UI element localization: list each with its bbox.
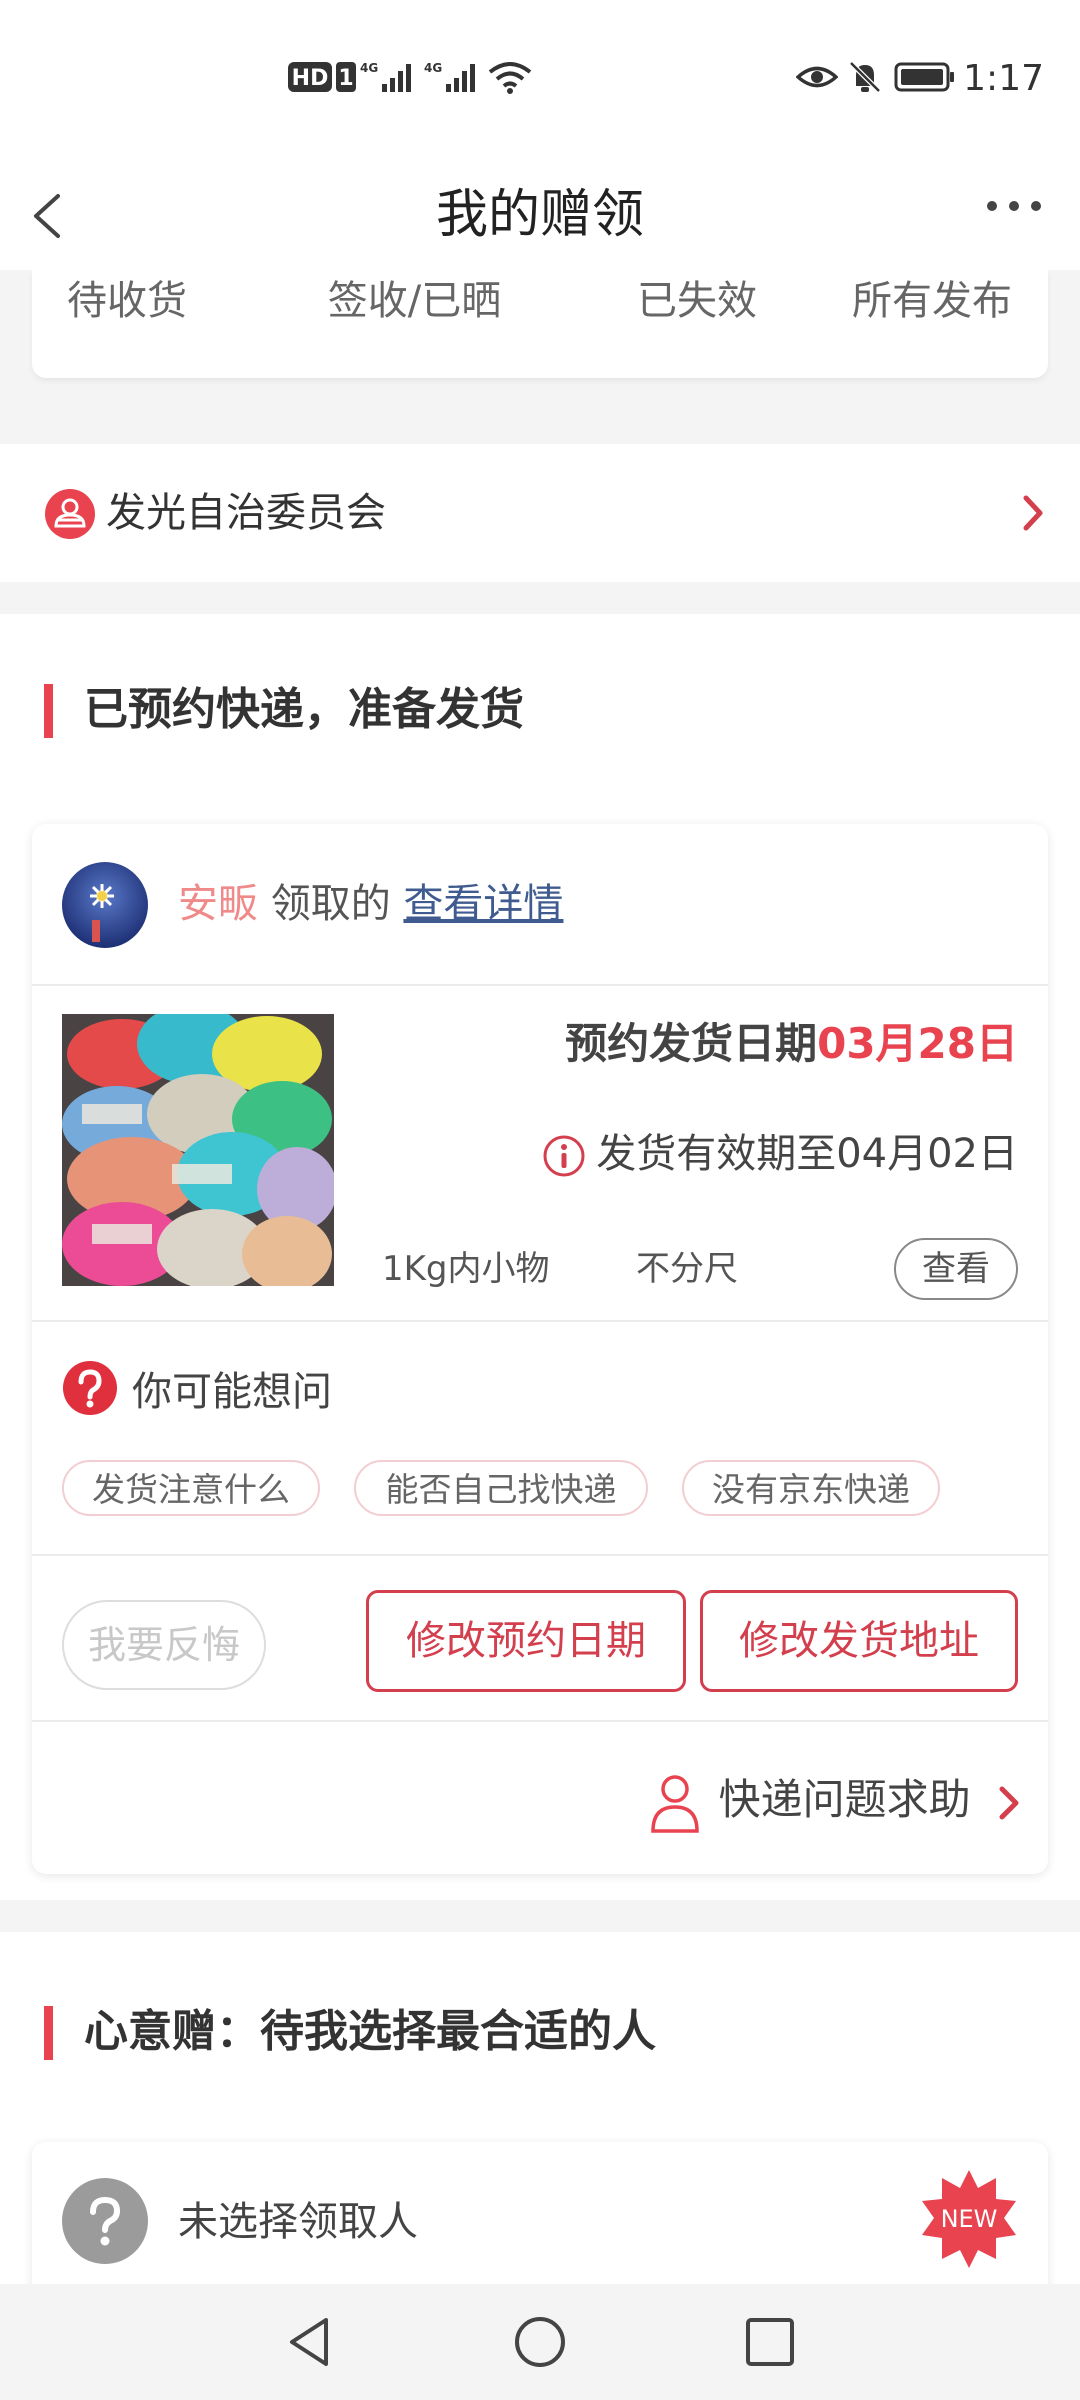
change-address-button[interactable]: 修改发货地址 [700,1590,1018,1692]
faq-chip[interactable]: 没有京东快递 [682,1460,940,1516]
app-header: 我的赠领 [0,160,1080,270]
claim-line: 安畈 领取的 查看详情 [178,874,563,934]
validity-text: 发货有效期至04月02日 [596,1131,1018,1177]
status-tabs: 待收货 签收/已晒 已失效 所有发布 [32,270,1048,378]
express-help-label: 快递问题求助 [718,1775,971,1824]
committee-row[interactable]: 发光自治委员会 [0,444,1080,582]
svg-text:NEW: NEW [941,2205,998,2233]
accent-bar [44,2006,53,2060]
shipping-section: 已预约快递，准备发货 安畈 领取的 查看详情 预约发货日期03月28日 发货有效… [0,614,1080,1900]
shipping-card: 安畈 领取的 查看详情 预约发货日期03月28日 发货有效期至04月02日 1K… [32,824,1048,1874]
validity-line: 发货有效期至04月02日 [542,1124,1018,1184]
mute-icon [849,61,881,93]
svg-text:4G: 4G [360,61,378,75]
claim-text: 领取的 [270,881,391,927]
user-name[interactable]: 安畈 [178,881,258,927]
signal-icon: 4G [424,61,475,92]
item-size: 不分尺 [636,1249,738,1289]
faq-chip[interactable]: 能否自己找快递 [354,1460,648,1516]
ship-date-value: 03月28日 [817,1019,1018,1068]
avatar[interactable] [62,862,148,948]
svg-text:HD: HD [292,66,329,91]
recipient-label: 未选择领取人 [178,2199,418,2245]
faq-chip[interactable]: 发货注意什么 [62,1460,320,1516]
item-weight: 1Kg内小物 [382,1249,550,1289]
person-icon [650,1774,699,1833]
battery-icon [894,62,954,92]
system-nav-bar [0,2284,1080,2400]
divider [32,1320,1048,1322]
unknown-user-icon [62,2178,148,2264]
signal-icon: 4G [360,61,411,92]
faq-title: 你可能想问 [132,1369,332,1415]
info-icon [543,1135,585,1177]
heart-gift-section: 心意赠：待我选择最合适的人 未选择领取人 NEW [0,1932,1080,2322]
nav-back-icon[interactable] [282,2314,338,2370]
committee-icon [45,489,95,539]
product-image[interactable] [62,1014,334,1286]
tab-all-posts[interactable]: 所有发布 [822,270,1042,352]
divider [32,1554,1048,1556]
change-date-button[interactable]: 修改预约日期 [366,1590,686,1692]
express-help-row[interactable]: 快递问题求助 [649,1760,1022,1840]
nav-home-icon[interactable] [512,2314,568,2370]
tab-signed[interactable]: 签收/已晒 [272,270,557,352]
nav-recents-icon[interactable] [742,2314,798,2370]
ship-date-label: 预约发货日期 [565,1019,818,1068]
divider [32,1720,1048,1722]
tab-pending-receipt[interactable]: 待收货 [32,270,222,352]
tab-expired[interactable]: 已失效 [572,270,822,352]
svg-text:4G: 4G [424,61,442,75]
regret-button[interactable]: 我要反悔 [62,1600,266,1690]
accent-bar [44,684,53,738]
view-button[interactable]: 查看 [894,1238,1018,1300]
divider [32,984,1048,986]
committee-label: 发光自治委员会 [106,490,386,536]
question-icon [63,1361,117,1415]
view-detail-link[interactable]: 查看详情 [403,881,563,927]
more-dots-icon[interactable] [970,172,1060,258]
svg-text:1: 1 [338,66,353,91]
section-title-text: 已预约快递，准备发货 [84,684,524,735]
section-title-text: 心意赠：待我选择最合适的人 [84,2006,656,2057]
status-bar: HD 1 4G 4G 1:17 [0,0,1080,160]
page-title: 我的赠领 [435,185,644,245]
chevron-right-icon [1023,495,1043,531]
section-title: 已预约快递，准备发货 [44,680,524,740]
wifi-icon [488,62,532,94]
new-badge: NEW [922,2170,1016,2268]
eye-icon [796,66,838,88]
chevron-right-icon [999,1786,1019,1819]
section-title: 心意赠：待我选择最合适的人 [44,2002,656,2062]
status-time: 1:17 [963,58,1044,99]
ship-date: 预约发货日期03月28日 [565,1014,1018,1074]
